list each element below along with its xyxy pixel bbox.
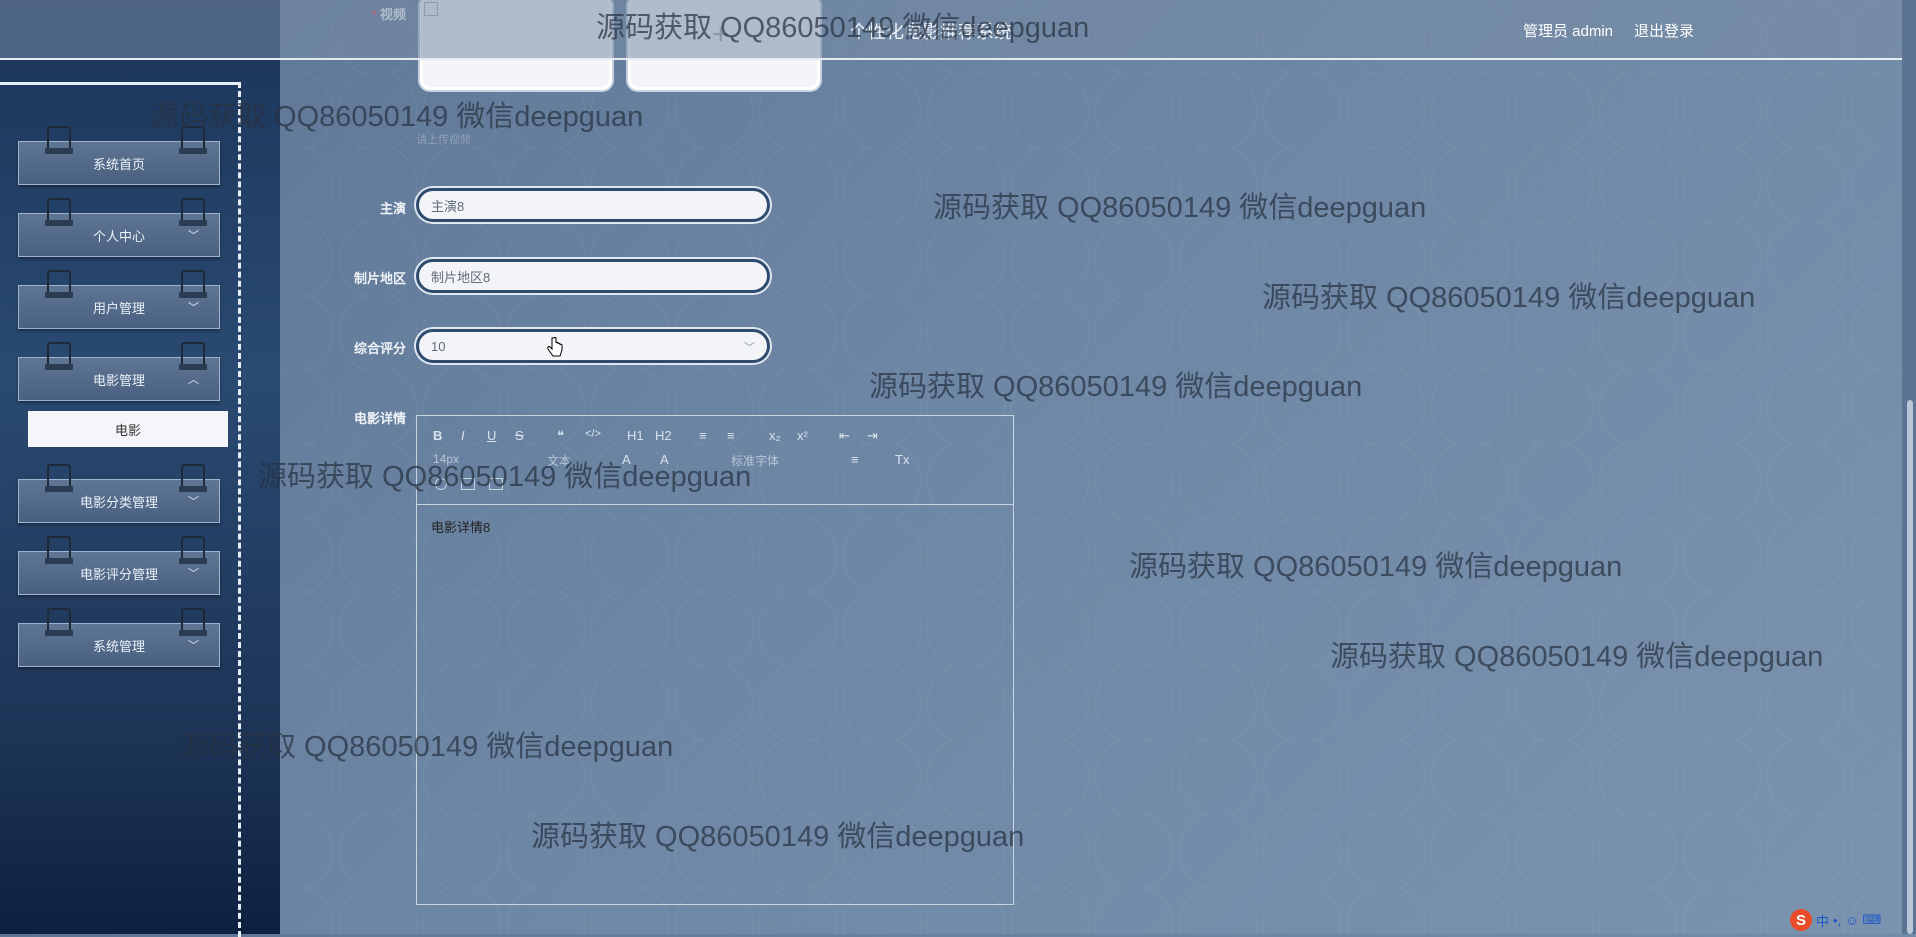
- chevron-down-icon: ﹀: [744, 342, 755, 354]
- sidebar-item-label: 系统管理: [92, 638, 145, 654]
- sidebar-item-system[interactable]: 系统管理 ﹀: [18, 608, 220, 667]
- watermark: 源码获取 QQ86050149 微信deepguan: [933, 192, 1427, 224]
- sidebar-item-label: 个人中心: [92, 228, 145, 244]
- sidebar-subitem-movie[interactable]: 电影: [28, 411, 228, 447]
- binder-clip-icon: [179, 342, 207, 370]
- watermark: 源码获取 QQ86050149 微信deepguan: [596, 12, 1090, 44]
- watermark: 源码获取 QQ86050149 微信deepguan: [869, 371, 1363, 403]
- logout-link[interactable]: 退出登录: [1634, 20, 1694, 41]
- ime-indicator: S 中 •, ☺ ⌨: [1790, 906, 1916, 934]
- outdent-icon[interactable]: ⇤: [839, 428, 850, 444]
- binder-clip-icon: [45, 608, 73, 636]
- sidebar-item-label: 电影管理: [92, 372, 145, 388]
- watermark: 源码获取 QQ86050149 微信deepguan: [258, 461, 752, 493]
- rating-select[interactable]: 10 ﹀: [416, 329, 770, 363]
- watermark: 源码获取 QQ86050149 微信deepguan: [180, 731, 674, 763]
- superscript-icon[interactable]: x²: [797, 428, 808, 443]
- watermark: 源码获取 QQ86050149 微信deepguan: [1129, 551, 1623, 583]
- region-label: 制片地区: [353, 271, 406, 286]
- current-user: 管理员 admin: [1523, 23, 1614, 40]
- rating-value: 10: [431, 338, 446, 354]
- binder-clip-icon: [45, 270, 73, 298]
- detail-label: 电影详情: [353, 411, 406, 426]
- emoji-icon: ☺: [1845, 912, 1859, 928]
- binder-clip-icon: [179, 464, 207, 492]
- sidebar-item-movies[interactable]: 电影管理 ︿: [18, 342, 220, 401]
- editor-content[interactable]: 电影详情8: [431, 517, 490, 536]
- watermark: 源码获取 QQ86050149 微信deepguan: [150, 101, 644, 133]
- binder-clip-icon: [179, 270, 207, 298]
- sidebar-item-label: 系统首页: [92, 156, 145, 172]
- watermark: 源码获取 QQ86050149 微信deepguan: [1262, 282, 1756, 314]
- hand-cursor-icon: [547, 337, 563, 357]
- chevron-down-icon: ﹀: [188, 568, 199, 580]
- watermark: 源码获取 QQ86050149 微信deepguan: [531, 821, 1025, 853]
- heading1-icon[interactable]: H1: [627, 428, 644, 443]
- sidebar-item-home[interactable]: 系统首页: [18, 126, 220, 185]
- sidebar-item-users[interactable]: 用户管理 ﹀: [18, 270, 220, 329]
- italic-icon[interactable]: I: [461, 428, 465, 443]
- chevron-down-icon: ﹀: [188, 496, 199, 508]
- sidebar-item-movie-ratings[interactable]: 电影评分管理 ﹀: [18, 536, 220, 595]
- watermark: 源码获取 QQ86050149 微信deepguan: [1330, 641, 1824, 673]
- ime-mode: 中: [1816, 913, 1830, 929]
- blockquote-icon[interactable]: ❝: [557, 428, 564, 444]
- binder-clip-icon: [45, 464, 73, 492]
- sidebar-item-label: 电影评分管理: [79, 566, 158, 582]
- indent-icon[interactable]: ⇥: [867, 428, 878, 444]
- binder-clip-icon: [45, 126, 73, 154]
- sidebar-subitem-label: 电影: [114, 422, 141, 438]
- binder-clip-icon: [179, 198, 207, 226]
- heading2-icon[interactable]: H2: [655, 428, 672, 443]
- actor-label: 主演: [379, 201, 406, 216]
- subscript-icon[interactable]: x₂: [769, 428, 781, 443]
- chevron-down-icon: ﹀: [188, 640, 199, 652]
- sidebar-item-label: 用户管理: [92, 300, 145, 316]
- rating-label: 综合评分: [353, 341, 406, 356]
- code-icon[interactable]: </>: [585, 428, 601, 440]
- sidebar-item-movie-categories[interactable]: 电影分类管理 ﹀: [18, 464, 220, 523]
- ordered-list-icon[interactable]: ≡: [699, 428, 707, 443]
- bullet-list-icon[interactable]: ≡: [727, 428, 735, 443]
- align-icon[interactable]: ≡: [851, 452, 859, 467]
- actor-field[interactable]: 主演8: [416, 188, 770, 222]
- sidebar-item-profile[interactable]: 个人中心 ﹀: [18, 198, 220, 257]
- sogou-icon: S: [1790, 909, 1812, 931]
- binder-clip-icon: [179, 536, 207, 564]
- bold-icon[interactable]: B: [433, 428, 442, 443]
- actor-value: 主演8: [431, 198, 465, 214]
- sidebar-item-label: 电影分类管理: [79, 494, 158, 510]
- clear-format-icon[interactable]: Tx: [895, 452, 909, 467]
- chevron-up-icon: ︿: [188, 374, 199, 386]
- binder-clip-icon: [45, 198, 73, 226]
- keyboard-icon: ⌨: [1862, 912, 1882, 927]
- region-value: 制片地区8: [431, 269, 491, 285]
- binder-clip-icon: [179, 608, 207, 636]
- strike-icon[interactable]: S: [515, 428, 524, 443]
- chevron-down-icon: ﹀: [188, 230, 199, 242]
- punctuation-icon: •,: [1833, 912, 1842, 928]
- sidebar: 系统首页 个人中心 ﹀ 用户管理 ﹀ 电影管理 ︿ 电影 电影分类管理 ﹀ 电影…: [0, 0, 280, 937]
- binder-clip-icon: [45, 536, 73, 564]
- chevron-down-icon: ﹀: [188, 302, 199, 314]
- scrollbar-thumb[interactable]: [1907, 400, 1913, 934]
- binder-clip-icon: [45, 342, 73, 370]
- underline-icon[interactable]: U: [487, 428, 496, 443]
- region-field[interactable]: 制片地区8: [416, 259, 770, 293]
